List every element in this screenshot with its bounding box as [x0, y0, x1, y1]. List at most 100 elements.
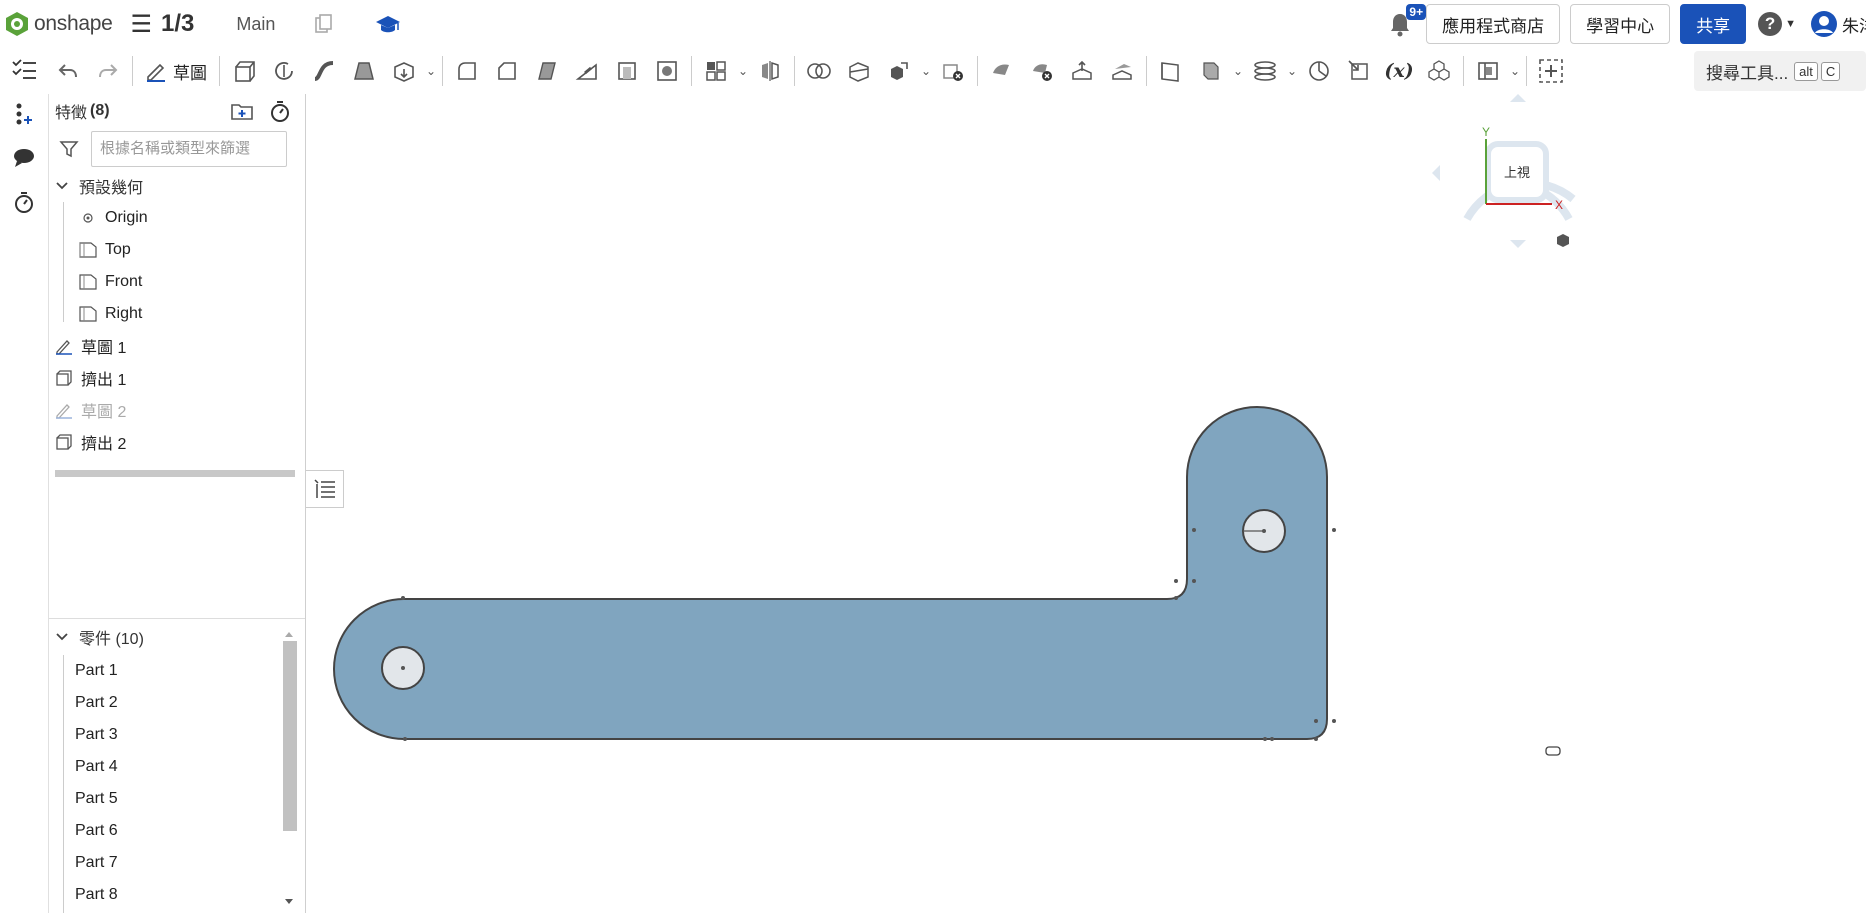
dropdown-chevron-icon[interactable]: ⌄: [1508, 64, 1522, 78]
fillet-icon[interactable]: [447, 51, 487, 91]
dropdown-chevron-icon[interactable]: ⌄: [1285, 64, 1299, 78]
copy-workspace-icon[interactable]: [313, 13, 335, 35]
delete-part-icon[interactable]: [933, 51, 973, 91]
graduation-cap-icon[interactable]: [375, 13, 401, 35]
feature-filter-input[interactable]: 根據名稱或類型來篩選: [91, 131, 287, 167]
insert-icon[interactable]: [0, 92, 48, 136]
logo-text: onshape: [34, 12, 113, 35]
add-custom-feature-icon[interactable]: [1531, 51, 1571, 91]
hamburger-menu-icon[interactable]: ☰: [130, 10, 152, 39]
mirror-icon[interactable]: [750, 51, 790, 91]
document-title[interactable]: 1/3: [161, 10, 194, 38]
sketch-button[interactable]: 草圖: [137, 51, 215, 91]
cubes-icon[interactable]: [1419, 51, 1459, 91]
graphics-viewport[interactable]: Y X 上視: [307, 94, 1866, 913]
view-left-arrow-icon[interactable]: [1432, 165, 1440, 181]
feature-list-icon[interactable]: [0, 48, 48, 92]
search-tools-button[interactable]: 搜尋工具... alt C: [1694, 51, 1866, 91]
top-bar: onshape ☰ 1/3 Main 9+ 應用程式商店 學習中心 共享 ? ▼…: [0, 0, 1866, 48]
part-item[interactable]: Part 6: [49, 815, 305, 847]
part-item[interactable]: Part 7: [49, 847, 305, 879]
status-corner-icon[interactable]: [1545, 746, 1561, 756]
features-header-label: 特徵: [55, 105, 88, 122]
replace-face-icon[interactable]: [1102, 51, 1142, 91]
filter-icon[interactable]: [59, 139, 79, 159]
onshape-logo[interactable]: onshape: [4, 11, 113, 37]
measure-pie-icon[interactable]: [1299, 51, 1339, 91]
loft-icon[interactable]: [344, 51, 384, 91]
rollback-bar[interactable]: [55, 470, 295, 477]
help-dropdown-caret-icon[interactable]: ▼: [1785, 18, 1796, 30]
rib-icon[interactable]: [567, 51, 607, 91]
shell-icon[interactable]: [607, 51, 647, 91]
front-plane-item[interactable]: Front: [49, 266, 305, 298]
chamfer-icon[interactable]: [487, 51, 527, 91]
transform-icon[interactable]: [879, 51, 919, 91]
linear-pattern-icon[interactable]: [696, 51, 736, 91]
part-item[interactable]: Part 1: [49, 655, 305, 687]
document-menu[interactable]: ☰ 1/3: [130, 10, 194, 39]
chevron-down-icon[interactable]: [55, 179, 69, 193]
thicken-icon[interactable]: [384, 51, 424, 91]
extrude-1-item[interactable]: 擠出 1: [49, 362, 305, 394]
hole-icon[interactable]: [647, 51, 687, 91]
rollback-stopwatch-icon[interactable]: [267, 98, 293, 124]
boolean-icon[interactable]: [799, 51, 839, 91]
right-plane-item[interactable]: Right: [49, 298, 305, 330]
plane-icon[interactable]: [1151, 51, 1191, 91]
dropdown-chevron-icon[interactable]: ⌄: [919, 64, 933, 78]
share-button[interactable]: 共享: [1680, 4, 1747, 44]
sketch-2-item[interactable]: 草圖 2: [49, 394, 305, 426]
parts-scrollbar[interactable]: [281, 629, 297, 909]
modify-fillet-icon[interactable]: [982, 51, 1022, 91]
user-name[interactable]: 朱洋: [1842, 12, 1866, 37]
view-cube[interactable]: Y X 上視: [1432, 94, 1576, 248]
notifications-bell-icon[interactable]: 9+: [1386, 4, 1427, 38]
part-item[interactable]: Part 5: [49, 783, 305, 815]
comments-icon[interactable]: [0, 136, 48, 180]
part-item[interactable]: Part 8: [49, 879, 305, 911]
delete-face-icon[interactable]: [1022, 51, 1062, 91]
dropdown-chevron-icon[interactable]: ⌄: [424, 64, 438, 78]
branch-name[interactable]: Main: [236, 14, 275, 35]
dropdown-chevron-icon[interactable]: ⌄: [1231, 64, 1245, 78]
extrude-icon[interactable]: [224, 51, 264, 91]
user-avatar-icon[interactable]: [1810, 10, 1838, 38]
app-store-button[interactable]: 應用程式商店: [1426, 4, 1561, 44]
part-item[interactable]: Part 4: [49, 751, 305, 783]
move-face-icon[interactable]: [1062, 51, 1102, 91]
part-item[interactable]: Part 3: [49, 719, 305, 751]
helix-icon[interactable]: [1245, 51, 1285, 91]
view-down-arrow-icon[interactable]: [1510, 240, 1526, 248]
part-item[interactable]: Part 2: [49, 687, 305, 719]
variable-icon[interactable]: (x): [1379, 51, 1419, 91]
view-options-cube-icon[interactable]: [1557, 234, 1569, 247]
redo-icon[interactable]: [88, 51, 128, 91]
scroll-up-icon[interactable]: [281, 629, 297, 639]
top-plane-item[interactable]: Top: [49, 234, 305, 266]
learning-center-button[interactable]: 學習中心: [1570, 4, 1671, 44]
part-shape[interactable]: [333, 406, 1328, 740]
section-view-icon[interactable]: [1468, 51, 1508, 91]
sketch-1-item[interactable]: 草圖 1: [49, 330, 305, 362]
help-icon[interactable]: ?: [1758, 12, 1783, 36]
history-stopwatch-icon[interactable]: [0, 180, 48, 224]
extrude-2-item[interactable]: 擠出 2: [49, 426, 305, 458]
parts-group[interactable]: 零件 (10): [49, 619, 305, 655]
features-count: (8): [90, 102, 110, 119]
add-folder-icon[interactable]: [229, 98, 255, 124]
draft-icon[interactable]: [527, 51, 567, 91]
split-icon[interactable]: [839, 51, 879, 91]
undo-icon[interactable]: [48, 51, 88, 91]
mate-connector-icon[interactable]: [1191, 51, 1231, 91]
sweep-icon[interactable]: [304, 51, 344, 91]
default-geometry-group[interactable]: 預設幾何: [49, 170, 305, 202]
derived-icon[interactable]: [1339, 51, 1379, 91]
chevron-down-icon[interactable]: [55, 630, 69, 644]
parts-scrollbar-thumb[interactable]: [283, 641, 297, 831]
view-up-arrow-icon[interactable]: [1510, 94, 1526, 102]
dropdown-chevron-icon[interactable]: ⌄: [736, 64, 750, 78]
origin-item[interactable]: Origin: [49, 202, 305, 234]
revolve-icon[interactable]: [264, 51, 304, 91]
scroll-down-icon[interactable]: [281, 897, 297, 907]
